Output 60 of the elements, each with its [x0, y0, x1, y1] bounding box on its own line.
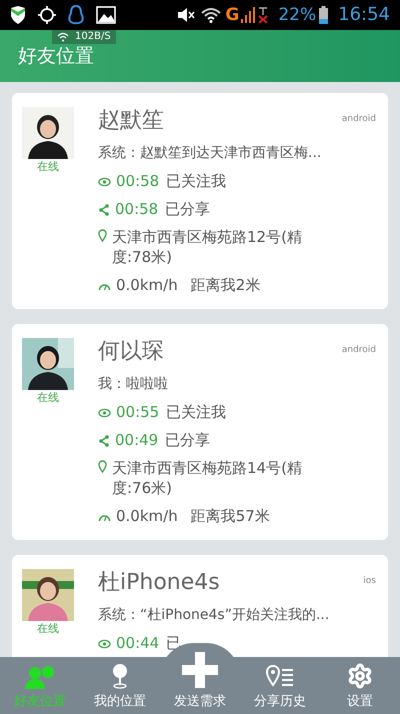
nav-tab[interactable]: 设置 — [320, 657, 400, 714]
nav-tab[interactable]: 分享历史 — [240, 657, 320, 714]
battery-icon — [319, 6, 328, 24]
wifi-icon — [57, 32, 69, 42]
presence-status: 在线 — [37, 159, 59, 175]
map-pin-icon — [111, 663, 129, 689]
speed-text: 0.0km/h — [116, 506, 178, 526]
follow-time: 00:44 — [116, 633, 160, 653]
platform-label: ios — [363, 575, 376, 588]
platform-label: android — [342, 344, 376, 357]
location-pin-icon — [98, 229, 107, 242]
battery-percent: 22% — [278, 6, 316, 24]
friend-name: 赵默笙 — [98, 107, 164, 135]
nav-tab[interactable]: 好友位置 — [0, 657, 80, 714]
latest-message: 系统：赵默笙到达天津市西青区梅... — [98, 144, 322, 163]
address-text: 天津市西青区梅苑路14号(精度:76米) — [112, 458, 303, 498]
friend-name: 何以琛 — [98, 338, 164, 366]
distance-text: 距离我57米 — [190, 506, 270, 526]
share-status: 已分享 — [165, 430, 210, 450]
follow-time: 00:55 — [116, 402, 160, 422]
speed-text: 0.0km/h — [116, 275, 178, 295]
address-text: 天津市西青区梅苑路12号(精度:78米) — [112, 227, 303, 267]
network-type: G — [225, 6, 240, 24]
header-title: 好友位置 — [18, 44, 94, 68]
distance-text: 距离我2米 — [190, 275, 260, 295]
share-time: 00:49 — [115, 430, 158, 450]
image-icon — [96, 6, 116, 24]
eye-icon — [98, 639, 111, 649]
latest-message: 我：啦啦啦 — [98, 375, 169, 394]
nav-tab[interactable]: 我的位置 — [80, 657, 160, 714]
presence-status: 在线 — [37, 390, 59, 406]
shield-icon — [10, 6, 26, 24]
share-time: 00:58 — [115, 199, 158, 219]
clock-time: 16:54 — [338, 6, 390, 24]
platform-label: android — [342, 113, 376, 126]
network-speed: 102B/S — [75, 32, 111, 42]
follow-status: 已关注我 — [166, 402, 226, 422]
penguin-icon — [68, 5, 84, 25]
plus-icon — [182, 652, 218, 688]
share-icon — [98, 435, 110, 447]
friend-card[interactable]: 在线 何以琛 android 我：啦啦啦 00:55 已关注我 00:49 已分享 天津市西青区梅苑路14号(精度:76米) 0.0km/h 距离我57米 — [12, 324, 388, 540]
eye-icon — [98, 408, 111, 418]
no-signal-icon — [258, 7, 268, 23]
people-icon — [25, 665, 55, 689]
friend-card[interactable]: 在线 赵默笙 android 系统：赵默笙到达天津市西青区梅... 00:58 已关注我 00:58 已分享 天津市西青区梅苑路12号(精度:78米) 0.0km/h 距离我2米 — [12, 93, 388, 309]
location-target-icon — [38, 6, 56, 24]
share-status: 已分享 — [165, 199, 210, 219]
friend-name: 杜iPhone4s — [98, 569, 220, 597]
settings-icon — [347, 663, 373, 689]
location-pin-icon — [98, 460, 107, 473]
share-icon — [98, 204, 110, 216]
wifi-icon — [201, 7, 222, 23]
presence-status: 在线 — [37, 621, 59, 637]
follow-status: 已关注我 — [166, 171, 226, 191]
follow-time: 00:58 — [116, 171, 160, 191]
signal-icon — [241, 7, 256, 23]
muted-speaker-icon — [177, 7, 196, 23]
eye-icon — [98, 177, 111, 187]
latest-message: 系统：“杜iPhone4s”开始关注我的... — [98, 606, 330, 625]
pin-list-icon — [266, 665, 294, 689]
